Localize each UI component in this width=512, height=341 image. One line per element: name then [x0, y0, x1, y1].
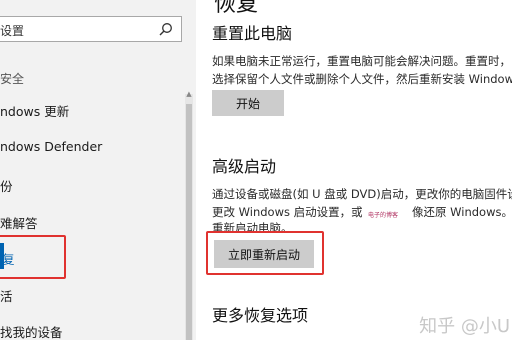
sidebar-item-activation[interactable]: 活 — [0, 286, 13, 305]
restart-highlight-box — [206, 231, 324, 275]
advanced-startup-heading: 高级启动 — [212, 157, 277, 176]
sidebar-scrollbar-thumb[interactable] — [186, 104, 192, 340]
sidebar-item-windows-update[interactable]: ndows 更新 — [0, 101, 69, 120]
reset-pc-heading: 重置此电脑 — [212, 24, 293, 43]
scroll-up-arrow-icon[interactable]: ▲ — [185, 90, 193, 98]
search-icon — [159, 23, 172, 36]
recovery-highlight-box — [0, 235, 66, 279]
search-placeholder: 设置 — [0, 24, 25, 38]
page-title: 恢复 — [214, 0, 259, 17]
reset-pc-description-2: 选择保留个人文件或删除个人文件，然后重新安装 Window — [212, 72, 512, 86]
zhihu-watermark: 知乎 @小U — [419, 316, 510, 337]
sidebar-item-windows-defender[interactable]: ndows Defender — [0, 139, 102, 154]
search-input[interactable]: 设置 — [0, 16, 182, 42]
sidebar-item-troubleshoot[interactable]: 难解答 — [0, 213, 38, 232]
reset-start-button[interactable]: 开始 — [212, 90, 284, 116]
sidebar-item-find-my-device[interactable]: 找我的设备 — [0, 322, 63, 341]
main-content: 恢复 重置此电脑 如果电脑未正常运行，重置电脑可能会解决问题。重置时， 选择保留… — [196, 0, 512, 340]
advanced-startup-description-1: 通过设备或磁盘(如 U 盘或 DVD)启动，更改你的电脑固件设 — [212, 187, 512, 201]
sidebar-section-security: 安全 — [0, 72, 25, 86]
more-recovery-options-heading: 更多恢复选项 — [212, 306, 309, 325]
advanced-startup-description-3: 重新启动电脑。 — [212, 221, 293, 231]
sidebar-item-backup[interactable]: 份 — [0, 176, 13, 195]
reset-pc-description-1: 如果电脑未正常运行，重置电脑可能会解决问题。重置时， — [212, 54, 511, 68]
sidebar: 设置 安全 ndows 更新 ndows Defender 份 难解答 复 活 … — [0, 0, 196, 340]
blog-watermark: 电子的博客 — [368, 212, 399, 219]
